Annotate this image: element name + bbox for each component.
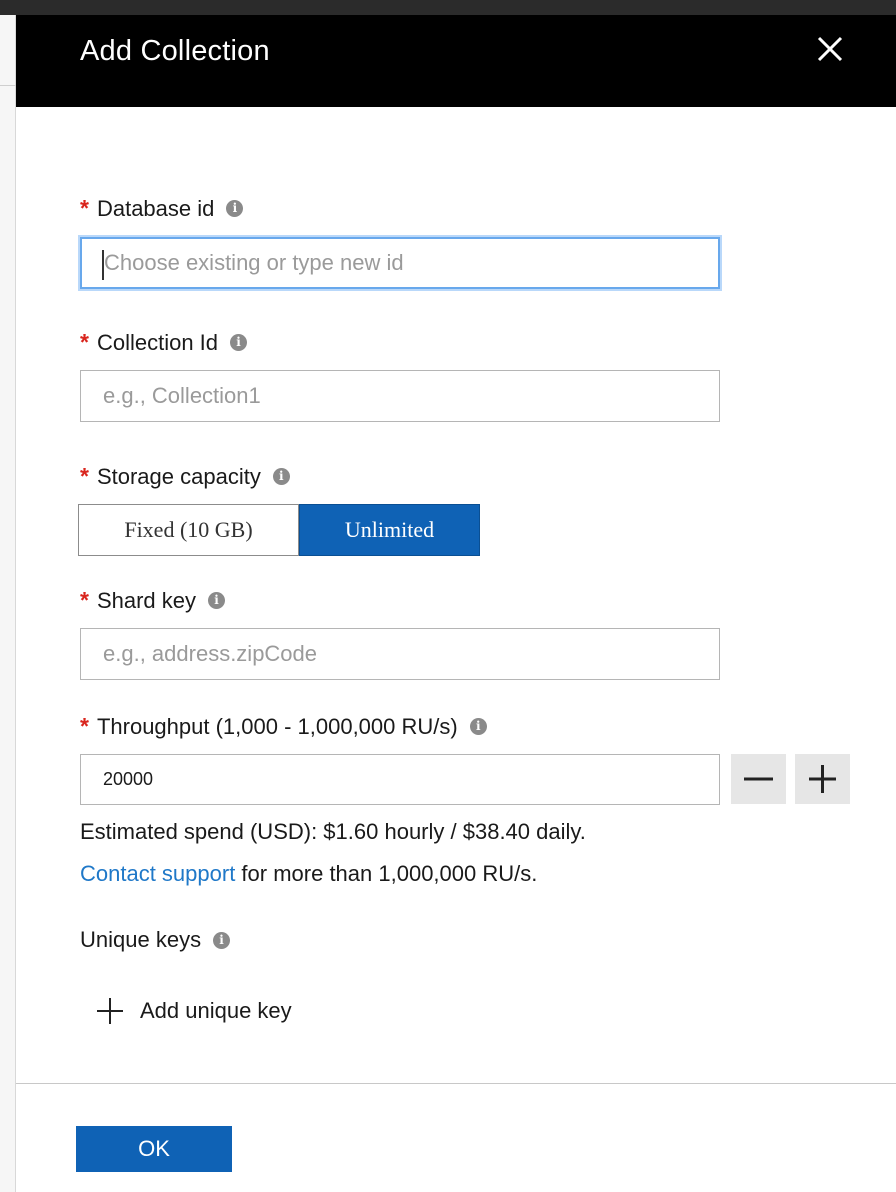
unique-keys-label-text: Unique keys [80,927,202,952]
throughput-decrease-button[interactable] [731,754,786,804]
storage-capacity-label: * Storage capacity i [80,463,290,490]
required-marker: * [80,195,89,221]
background-panel-edge [0,15,16,1192]
storage-capacity-toggle: Fixed (10 GB) Unlimited [78,504,480,556]
contact-support-link[interactable]: Contact support [80,861,235,886]
throughput-input[interactable] [80,754,720,805]
ok-button[interactable]: OK [76,1126,232,1172]
required-marker: * [80,329,89,355]
storage-unlimited-option[interactable]: Unlimited [299,504,480,556]
add-collection-blade: Add Collection * Database id i * Collect… [16,15,896,1192]
throughput-increase-button[interactable] [795,754,850,804]
database-id-input[interactable] [80,237,720,289]
required-marker: * [80,587,89,613]
info-icon[interactable]: i [226,200,244,217]
storage-fixed-option[interactable]: Fixed (10 GB) [78,504,299,556]
info-icon[interactable]: i [272,468,290,485]
contact-support-suffix: for more than 1,000,000 RU/s. [235,861,538,886]
add-icon [97,998,123,1024]
collection-id-label: * Collection Id i [80,329,248,356]
minus-icon [744,777,773,781]
top-strip [0,0,896,15]
blade-header: Add Collection [16,15,896,107]
info-icon[interactable]: i [230,334,248,351]
estimated-spend-text: Estimated spend (USD): $1.60 hourly / $3… [80,819,586,844]
add-unique-key-button[interactable]: Add unique key [96,997,292,1025]
throughput-label-text: Throughput (1,000 - 1,000,000 RU/s) [96,713,458,739]
close-icon [817,36,843,62]
background-divider [0,85,16,86]
collection-id-input[interactable] [80,370,720,422]
storage-capacity-label-text: Storage capacity [96,463,261,489]
text-cursor [102,250,104,280]
footer-divider [16,1083,896,1084]
collection-id-label-text: Collection Id [96,329,219,355]
info-icon[interactable]: i [469,718,487,735]
close-button[interactable] [812,31,848,67]
throughput-label: * Throughput (1,000 - 1,000,000 RU/s) i [80,713,487,740]
unique-keys-label: Unique keys i [80,927,231,953]
shard-key-label: * Shard key i [80,587,226,614]
required-marker: * [80,713,89,739]
contact-support-line: Contact support for more than 1,000,000 … [80,861,537,887]
database-id-label-text: Database id [96,195,215,221]
shard-key-label-text: Shard key [96,587,197,613]
add-unique-key-label: Add unique key [140,998,292,1023]
blade-title: Add Collection [80,35,270,67]
plus-icon [809,765,836,793]
required-marker: * [80,463,89,489]
info-icon[interactable]: i [208,592,226,609]
info-icon[interactable]: i [213,931,231,949]
database-id-label: * Database id i [80,195,244,222]
shard-key-input[interactable] [80,628,720,680]
